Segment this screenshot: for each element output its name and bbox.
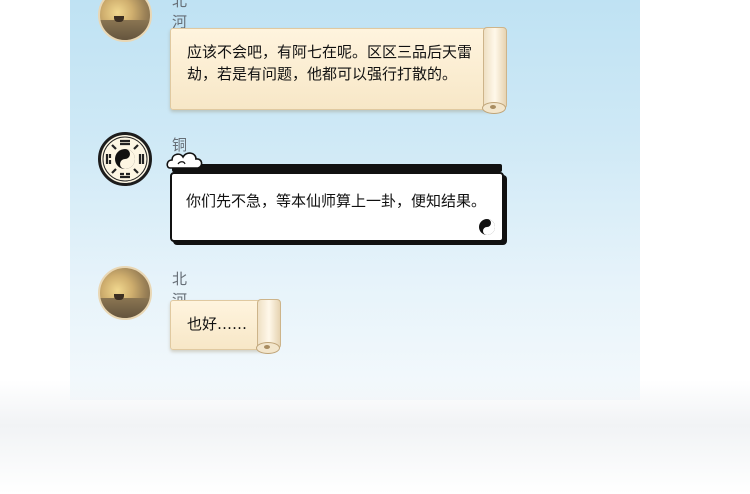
sunset-avatar-icon[interactable]: [98, 0, 152, 42]
horizon-shape: [100, 20, 150, 40]
boat-shape: [114, 294, 124, 300]
message-bubble: 应该不会吧，有阿七在呢。区区三品后天雷劫，若是有问题，他都可以强行打散的。: [170, 27, 507, 114]
scroll-roll-end: [256, 342, 280, 354]
cloud-icon: [166, 152, 203, 169]
message-bubble: 也好……: [170, 299, 281, 354]
message-text: 应该不会吧，有阿七在呢。区区三品后天雷劫，若是有问题，他都可以强行打散的。: [187, 43, 473, 83]
page-fade: [0, 380, 750, 494]
boat-shape: [114, 16, 124, 22]
bagua-avatar-icon[interactable]: [98, 132, 152, 186]
scroll-roll-icon: [482, 27, 507, 114]
scroll-roll-icon: [256, 299, 281, 354]
message-text: 也好……: [187, 315, 248, 333]
bubble-top-bar: [172, 164, 502, 172]
scroll-roll-end: [482, 102, 506, 114]
yin-yang-icon: [479, 219, 495, 235]
bagua-icon: [102, 136, 148, 182]
horizon-shape: [100, 298, 150, 318]
message-bubble: 你们先不急，等本仙师算上一卦，便知结果。: [166, 152, 504, 242]
sunset-avatar-icon[interactable]: [98, 266, 152, 320]
message-text: 你们先不急，等本仙师算上一卦，便知结果。: [186, 192, 487, 210]
